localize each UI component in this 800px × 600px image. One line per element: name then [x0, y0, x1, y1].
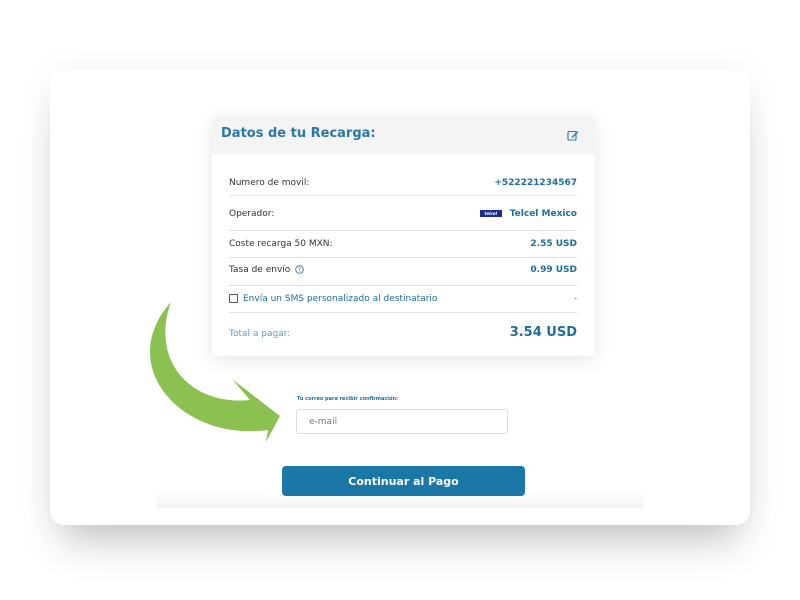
email-label: Tu correo para recibir confirmación: [297, 396, 399, 402]
card-title: Datos de tu Recarga: [221, 126, 376, 141]
green-arrow-icon [150, 302, 280, 442]
telcel-logo: telcel [479, 210, 502, 217]
phone-label: Numero de movil: [229, 178, 310, 188]
email-input[interactable] [296, 409, 508, 434]
fee-value: 0.99 USD [530, 265, 577, 275]
continue-button[interactable]: Continuar al Pago [282, 466, 525, 496]
edit-icon[interactable] [567, 129, 579, 141]
recharge-cost-value: 2.55 USD [530, 239, 577, 249]
operator-label: Operador: [229, 209, 275, 219]
operator-value: Telcel Mexico [509, 209, 577, 219]
card-header: Datos de tu Recarga: [212, 117, 595, 154]
recharge-cost-row: Coste recarga 50 MXN: 2.55 USD [229, 231, 577, 258]
fee-label-wrap: Tasa de envío ? [229, 265, 304, 275]
fee-label: Tasa de envío [229, 265, 291, 275]
recharge-cost-label: Coste recarga 50 MXN: [229, 239, 333, 249]
fee-row: Tasa de envío ? 0.99 USD [229, 258, 577, 286]
phone-value: +522221234567 [494, 178, 577, 188]
total-value: 3.54 USD [509, 325, 577, 340]
help-icon[interactable]: ? [295, 265, 304, 274]
phone-row: Numero de movil: +522221234567 [229, 171, 577, 196]
operator-value-wrap: telcel Telcel Mexico [479, 209, 577, 219]
operator-row: Operador: telcel Telcel Mexico [229, 196, 577, 231]
sms-value: - [573, 294, 577, 304]
svg-text:?: ? [298, 267, 301, 274]
